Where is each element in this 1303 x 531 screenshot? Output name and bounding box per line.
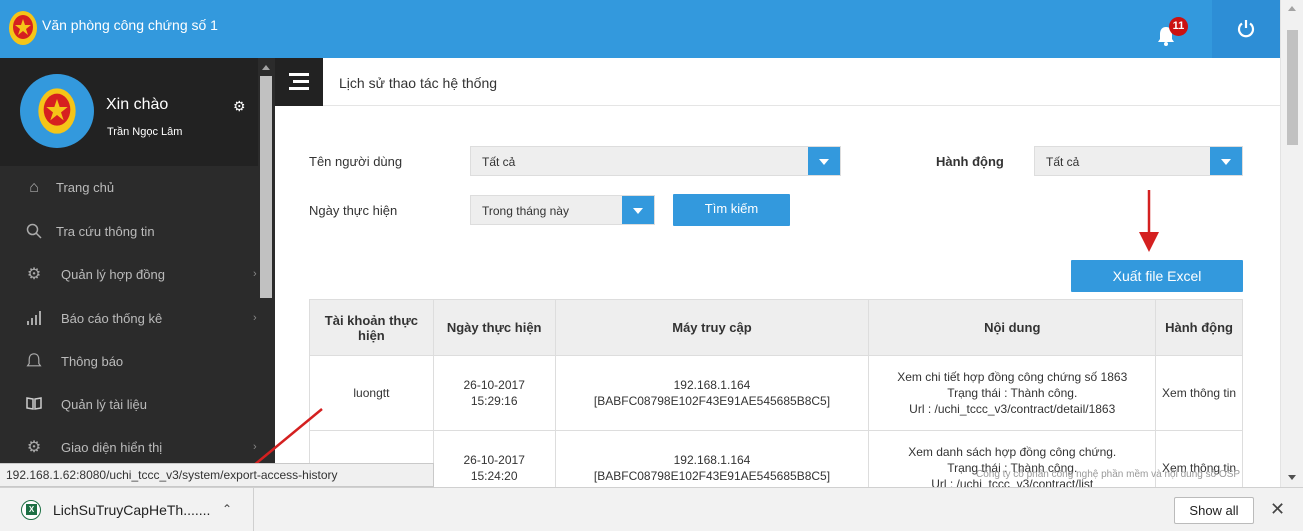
action-cell: Xem thông tin (1155, 355, 1243, 431)
download-item[interactable]: X LichSuTruyCapHeTh....... ⌃ (0, 488, 254, 531)
close-icon[interactable]: ✕ (1270, 499, 1285, 520)
table-row[interactable]: luongtt 26-10-2017 15:29:16 192.168.1.164… (309, 355, 1243, 431)
content-cell: Xem chi tiết hợp đồng công chứng số 1863… (868, 355, 1157, 431)
scroll-down-icon[interactable] (1288, 475, 1296, 480)
scroll-up-icon[interactable] (1288, 6, 1296, 11)
download-file-name[interactable]: LichSuTruyCapHeTh....... (53, 502, 210, 518)
machine-cell: 192.168.1.164 [BABFC08798E102F43E91AE5456… (554, 355, 870, 431)
scroll-thumb[interactable] (1287, 30, 1298, 145)
show-all-button[interactable]: Show all (1174, 497, 1254, 524)
column-header[interactable]: Máy truy cập (554, 299, 870, 356)
account-cell: luongtt (309, 355, 434, 431)
column-header[interactable]: Hành động (1155, 299, 1243, 356)
table-header-row: Tài khoản thực hiện Ngày thực hiện Máy t… (309, 299, 1243, 356)
date-cell: 26-10-2017 15:24:20 (432, 430, 556, 487)
page-scrollbar[interactable] (1280, 0, 1303, 487)
footer-copyright: Công ty cổ phần công nghệ phần mềm và nộ… (976, 469, 1241, 480)
download-bar: X LichSuTruyCapHeTh....... ⌃ Show all ✕ (0, 487, 1303, 531)
history-table: Tài khoản thực hiện Ngày thực hiện Máy t… (309, 299, 1243, 487)
status-url-bar: 192.168.1.62:8080/uchi_tccc_v3/system/ex… (0, 463, 434, 487)
table-viewport: Tài khoản thực hiện Ngày thực hiện Máy t… (0, 0, 1280, 487)
excel-file-icon: X (21, 500, 41, 520)
column-header[interactable]: Ngày thực hiện (432, 299, 556, 356)
chevron-up-icon[interactable]: ⌃ (222, 502, 232, 516)
machine-cell: 192.168.1.164 [BABFC08798E102F43E91AE5456… (554, 430, 870, 487)
date-cell: 26-10-2017 15:29:16 (432, 355, 556, 431)
column-header[interactable]: Nội dung (868, 299, 1157, 356)
column-header[interactable]: Tài khoản thực hiện (309, 299, 434, 356)
